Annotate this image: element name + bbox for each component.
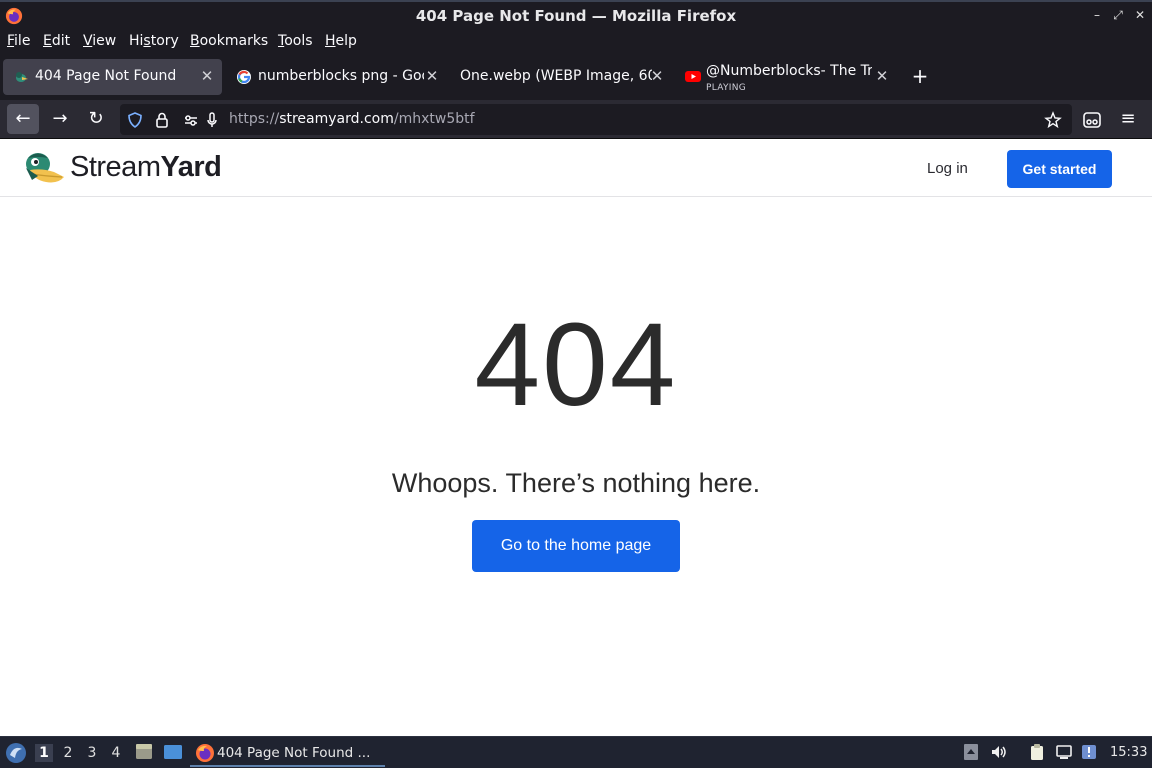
tray-arrow-icon[interactable] [962,743,980,761]
tab-numberblocks-search[interactable]: numberblocks png - Goo ✕ [226,59,446,95]
window-title: 404 Page Not Found — Mozilla Firefox [415,7,737,25]
web-page: StreamYard Log in Get started 404 Whoops… [0,140,1152,736]
taskbar-app-label: 404 Page Not Found ... [217,745,371,761]
shield-icon[interactable] [126,111,144,129]
site-header: StreamYard Log in Get started [0,140,1152,197]
taskbar: 1 2 3 4 404 Page Not Found ... 15:33 [0,736,1152,768]
tab-label: numberblocks png - Goo [258,68,424,84]
tab-numberblocks-video[interactable]: @Numberblocks- The Tre PLAYING ✕ [678,59,898,95]
tab-404-page[interactable]: 404 Page Not Found ✕ [3,59,222,95]
forward-arrow-icon[interactable]: → [44,104,76,134]
tab-close-icon[interactable]: ✕ [199,67,215,85]
google-favicon-icon [237,70,251,84]
notification-icon[interactable] [1080,743,1098,761]
menu-file[interactable]: File [7,33,30,49]
microphone-icon[interactable] [203,111,221,129]
menu-help[interactable]: Help [325,33,357,49]
permissions-icon[interactable] [182,111,200,129]
file-manager-icon[interactable] [134,742,154,762]
tab-close-icon[interactable]: ✕ [874,67,890,85]
tab-close-icon[interactable]: ✕ [649,67,665,85]
back-arrow-icon[interactable]: ← [7,104,39,134]
tab-close-icon[interactable]: ✕ [424,67,440,85]
taskbar-firefox-window[interactable]: 404 Page Not Found ... [190,739,385,767]
youtube-favicon-icon [685,71,701,82]
url-bar[interactable]: https://streamyard.com/mhxtw5btf [120,104,1072,135]
tab-one-webp[interactable]: One.webp (WEBP Image, 60 ✕ [450,59,674,95]
tab-label: 404 Page Not Found [35,68,177,84]
minimize-icon[interactable]: – [1090,8,1104,22]
duck-mascot-icon [26,153,64,183]
menu-view[interactable]: View [83,33,116,49]
tab-playing-label: PLAYING [706,83,747,93]
error-message: Whoops. There’s nothing here. [391,468,761,498]
tab-label: @Numberblocks- The Tre [706,63,872,79]
workspace-2[interactable]: 2 [59,744,77,762]
navigation-toolbar: ← → ↻ https://streamyard.com/mhxtw5btf ≡ [0,100,1152,139]
clipboard-icon[interactable] [1028,743,1046,761]
streamyard-favicon-icon [16,72,28,82]
menu-tools[interactable]: Tools [278,33,313,49]
error-code: 404 [474,299,678,431]
tab-label: One.webp (WEBP Image, 60 [460,68,652,84]
tab-strip: 404 Page Not Found ✕ numberblocks png - … [0,55,1152,100]
firefox-icon [196,744,214,762]
lock-icon[interactable] [153,111,171,129]
reload-icon[interactable]: ↻ [80,104,112,134]
clock: 15:33 [1110,745,1148,760]
reader-view-icon[interactable] [1082,110,1102,130]
new-tab-icon[interactable]: + [910,64,930,88]
menu-edit[interactable]: Edit [43,33,70,49]
menu-bar: File Edit View History Bookmarks Tools H… [0,30,1152,55]
start-menu-icon[interactable] [4,741,28,765]
desktop-icon[interactable] [163,742,183,762]
menu-history[interactable]: History [129,33,179,49]
network-icon[interactable] [1055,743,1073,761]
brand-name: StreamYard [70,151,222,183]
go-home-button[interactable]: Go to the home page [472,520,680,572]
get-started-button[interactable]: Get started [1007,150,1112,188]
workspace-3[interactable]: 3 [83,744,101,762]
hamburger-menu-icon[interactable]: ≡ [1112,104,1144,134]
workspace-4[interactable]: 4 [107,744,125,762]
login-link[interactable]: Log in [927,160,968,177]
url-text[interactable]: https://streamyard.com/mhxtw5btf [229,111,475,127]
maximize-icon[interactable]: ⤢ [1111,8,1125,22]
bookmark-star-icon[interactable] [1044,111,1062,129]
menu-bookmarks[interactable]: Bookmarks [190,33,268,49]
volume-icon[interactable] [990,743,1008,761]
close-icon[interactable]: ✕ [1133,8,1147,22]
workspace-1[interactable]: 1 [35,744,53,762]
window-titlebar: 404 Page Not Found — Mozilla Firefox – ⤢… [0,0,1152,30]
